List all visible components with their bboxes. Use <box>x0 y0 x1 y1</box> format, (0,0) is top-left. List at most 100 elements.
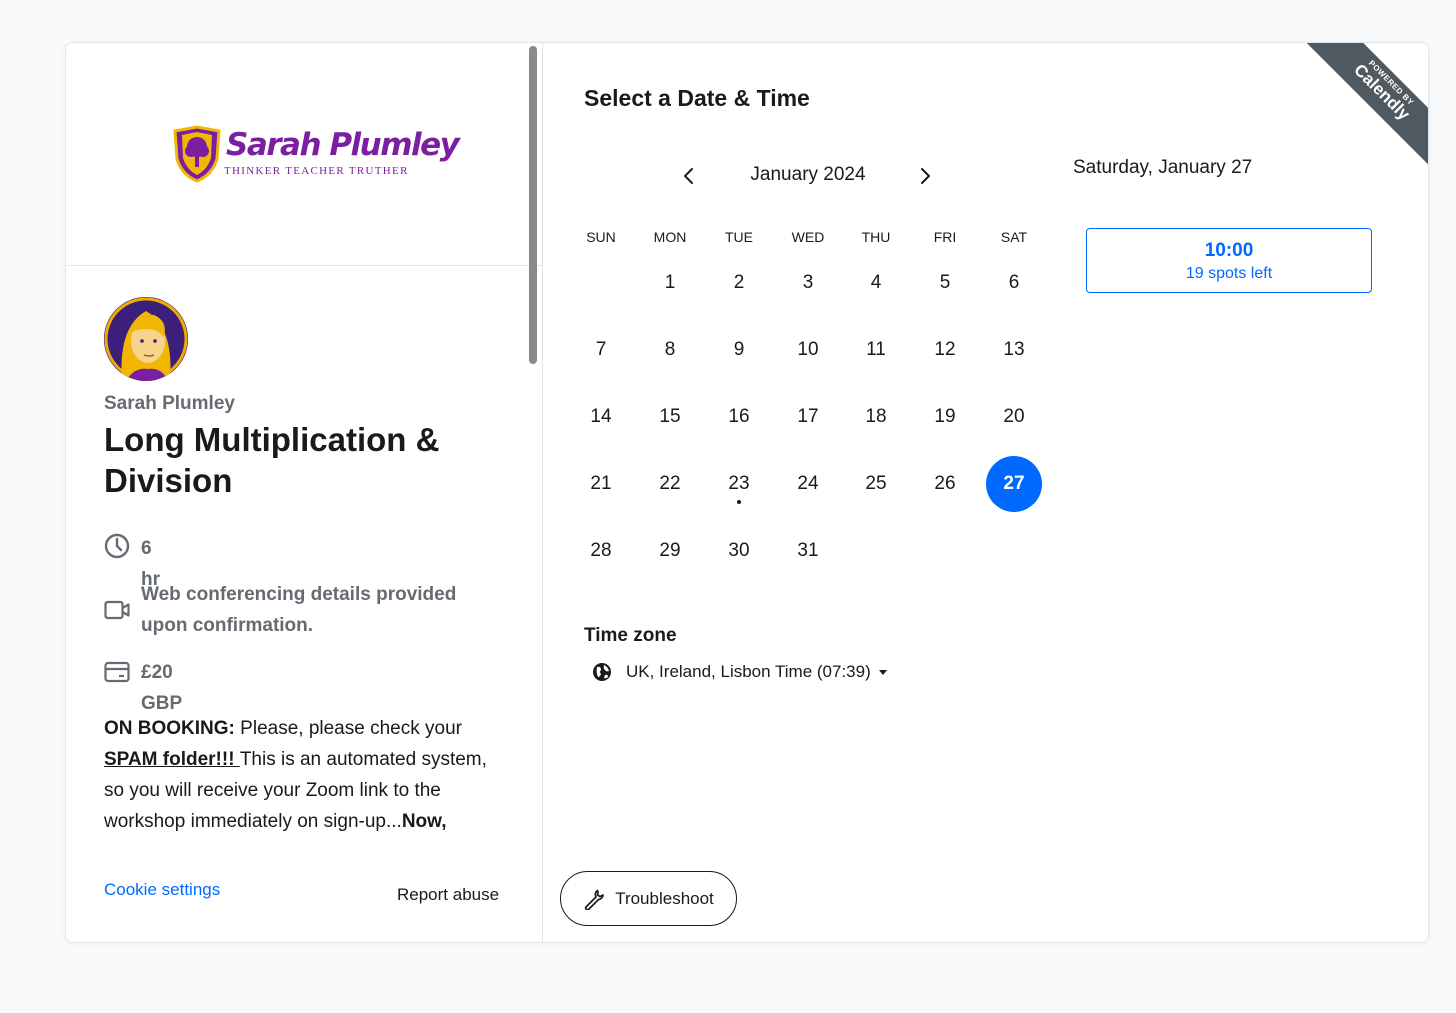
credit-card-icon <box>104 661 130 683</box>
calendar-day[interactable]: 13 <box>986 322 1042 378</box>
calendar-day-number: 24 <box>797 473 819 494</box>
event-description: ON BOOKING: Please, please check your SP… <box>104 713 509 837</box>
calendar-day[interactable]: 26 <box>917 456 973 512</box>
page-title: Select a Date & Time <box>584 85 810 111</box>
description-part1: Please, please check your <box>234 718 462 739</box>
calendar-day-number: 9 <box>733 339 745 360</box>
calendar-day[interactable]: 20 <box>986 389 1042 445</box>
calendar-day-number: 23 <box>728 473 750 494</box>
weekday-sun: SUN <box>586 229 616 245</box>
cookie-settings-link[interactable]: Cookie settings <box>104 880 220 900</box>
calendar-day[interactable]: 17 <box>780 389 836 445</box>
wrench-icon <box>585 889 605 910</box>
next-month-button[interactable] <box>909 160 941 192</box>
calendar-day-number: 4 <box>870 272 882 293</box>
timezone-label: Time zone <box>584 625 677 646</box>
calendar-day-number: 14 <box>590 406 612 427</box>
calendar-day[interactable]: 8 <box>642 322 698 378</box>
calendar-day[interactable]: 28 <box>573 523 629 579</box>
calendar-day[interactable]: 31 <box>780 523 836 579</box>
calendar-day[interactable]: 25 <box>848 456 904 512</box>
calendar-day-number: 1 <box>664 272 676 293</box>
calendar-day[interactable]: 11 <box>848 322 904 378</box>
troubleshoot-label: Troubleshoot <box>615 888 714 908</box>
panel-scrollbar[interactable] <box>529 46 537 364</box>
shield-logo-icon <box>173 125 221 183</box>
caret-down-icon <box>878 669 887 675</box>
price-text: £20 GBP <box>141 662 183 714</box>
location-text: Web conferencing details provided upon c… <box>141 584 457 636</box>
weekday-sat: SAT <box>1000 229 1028 245</box>
calendar-day-number: 28 <box>590 540 612 561</box>
weekday-fri: FRI <box>933 229 957 245</box>
report-abuse-link[interactable]: Report abuse <box>397 885 499 905</box>
avatar <box>104 297 188 381</box>
logo-area: Sarah Plumley THINKER TEACHER TRUTHER <box>66 43 542 266</box>
weekday-thu: THU <box>861 229 891 245</box>
calendar-day-number: 29 <box>659 540 681 561</box>
calendar-day[interactable]: 1 <box>642 255 698 311</box>
calendly-ribbon-link[interactable]: POWERED BY Calendly <box>1301 43 1428 173</box>
troubleshoot-button[interactable]: Troubleshoot <box>560 871 737 926</box>
calendar-day[interactable]: 12 <box>917 322 973 378</box>
calendar-day[interactable]: 7 <box>573 322 629 378</box>
calendar-day[interactable]: 29 <box>642 523 698 579</box>
event-details-panel: Sarah Plumley THINKER TEACHER TRUTHER Sa… <box>66 43 543 942</box>
calendar-day-number: 31 <box>797 540 819 561</box>
calendar-day[interactable]: 9 <box>711 322 767 378</box>
calendar-day-number: 17 <box>797 406 819 427</box>
calendar-day[interactable]: 5 <box>917 255 973 311</box>
calendar-day[interactable]: 15 <box>642 389 698 445</box>
calendar-day-number: 27 <box>1003 473 1025 494</box>
calendar-day-number: 20 <box>1003 406 1025 427</box>
calendar-day-number: 5 <box>939 272 951 293</box>
today-indicator-dot <box>737 500 741 504</box>
calendar-day-number: 12 <box>934 339 956 360</box>
weekday-mon: MON <box>653 229 687 245</box>
calendar-day[interactable]: 19 <box>917 389 973 445</box>
logo-name: Sarah Plumley <box>226 127 460 163</box>
month-label: January 2024 <box>750 164 866 185</box>
calendar-day[interactable]: 16 <box>711 389 767 445</box>
host-name: Sarah Plumley <box>104 393 235 414</box>
calendar-day[interactable]: 10 <box>780 322 836 378</box>
description-bold-end: Now, <box>401 811 447 832</box>
clock-icon <box>104 533 130 559</box>
globe-icon <box>593 663 611 681</box>
calendar-day-number: 13 <box>1003 339 1025 360</box>
calendar-day[interactable]: 24 <box>780 456 836 512</box>
calendar-day-number: 7 <box>595 339 607 360</box>
calendar-day[interactable]: 6 <box>986 255 1042 311</box>
calendar-day[interactable]: 18 <box>848 389 904 445</box>
host-portrait-icon <box>104 297 188 381</box>
logo-tagline: THINKER TEACHER TRUTHER <box>224 165 409 177</box>
calendar-day-number: 19 <box>934 406 956 427</box>
calendar-day[interactable]: 23 <box>711 456 767 512</box>
calendar-day-number: 2 <box>733 272 745 293</box>
calendar-day[interactable]: 14 <box>573 389 629 445</box>
slot-spots: 19 spots left <box>1185 265 1273 282</box>
calendar-day[interactable]: 22 <box>642 456 698 512</box>
chevron-left-icon <box>684 168 693 184</box>
calendar-day[interactable]: 2 <box>711 255 767 311</box>
spam-folder-link[interactable]: SPAM folder!!! <box>104 749 240 770</box>
calendar-day[interactable]: 3 <box>780 255 836 311</box>
timezone-value: UK, Ireland, Lisbon Time (07:39) <box>626 662 871 681</box>
calendar-day-number: 3 <box>802 272 814 293</box>
brand-logo: Sarah Plumley THINKER TEACHER TRUTHER <box>172 125 460 185</box>
calendar-day-number: 15 <box>659 406 681 427</box>
calendar-day-number: 8 <box>664 339 676 360</box>
calendar-day[interactable]: 4 <box>848 255 904 311</box>
video-camera-icon <box>104 600 130 620</box>
calendar-day[interactable]: 21 <box>573 456 629 512</box>
calendar-day-selected[interactable]: 27 <box>986 456 1042 512</box>
prev-month-button[interactable] <box>673 160 705 192</box>
calendar-day-number: 11 <box>866 339 886 360</box>
calendar-day-number: 21 <box>590 473 612 494</box>
powered-by-badge: POWERED BY Calendly <box>1298 43 1428 173</box>
calendar-day-number: 6 <box>1008 272 1020 293</box>
time-slot-button[interactable]: 10:00 19 spots left <box>1086 228 1372 293</box>
weekday-tue: TUE <box>725 229 753 245</box>
calendar-day[interactable]: 30 <box>711 523 767 579</box>
timezone-select[interactable]: UK, Ireland, Lisbon Time (07:39) <box>592 658 887 686</box>
